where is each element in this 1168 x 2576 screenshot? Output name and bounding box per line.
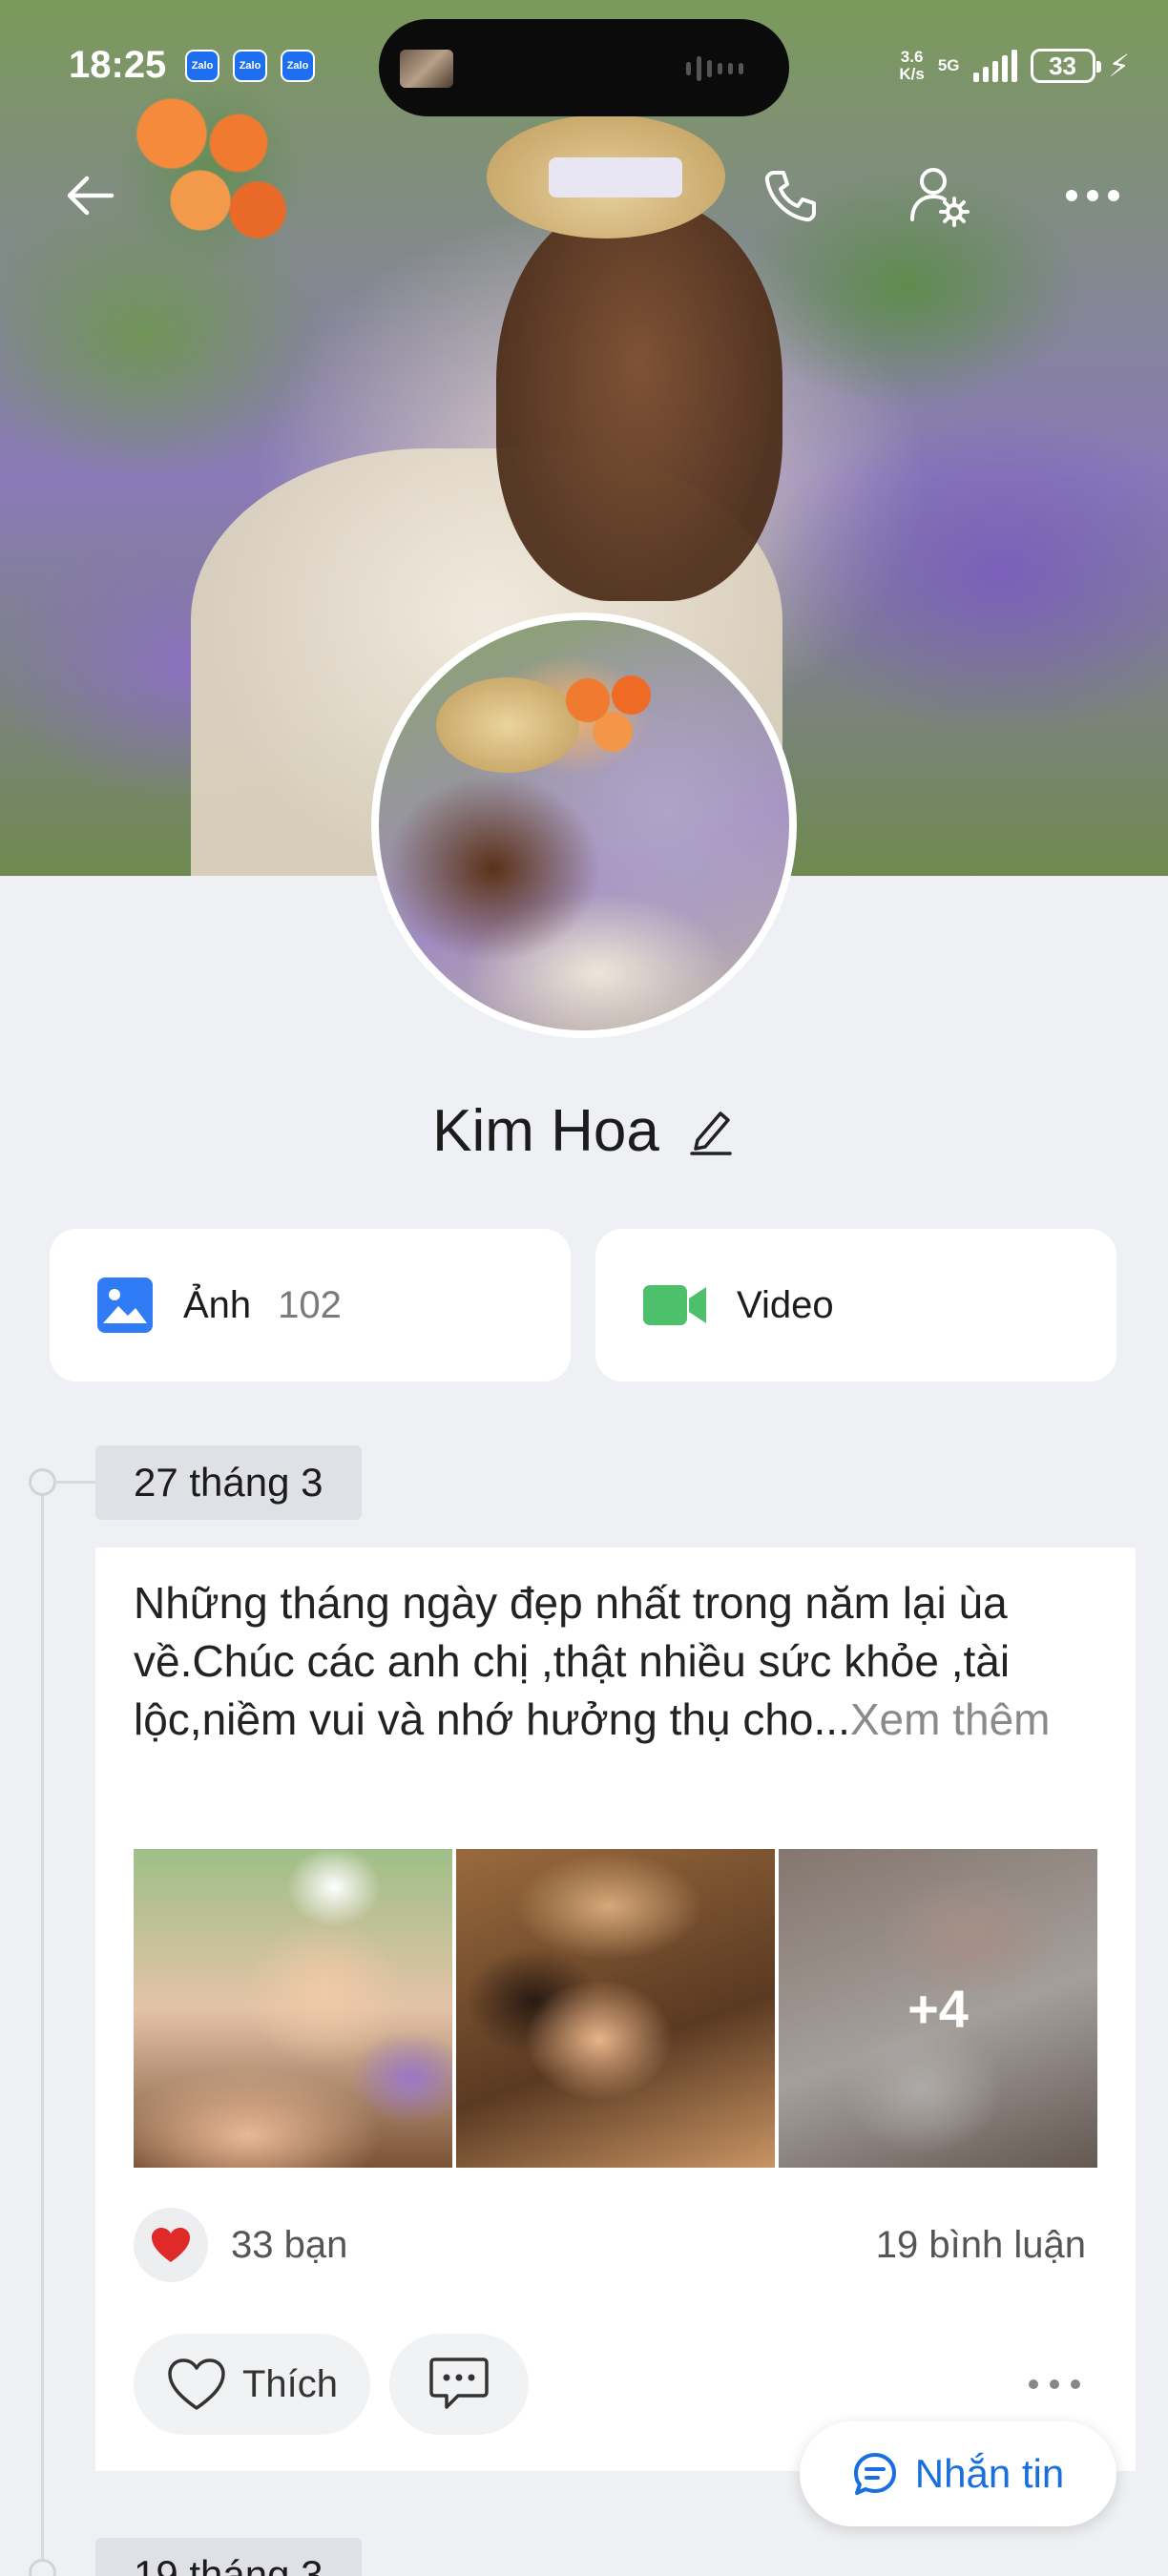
battery-level: 33	[1049, 51, 1076, 80]
post-text[interactable]: Những tháng ngày đẹp nhất trong năm lại …	[134, 1574, 1097, 1749]
more-options-button[interactable]	[1050, 153, 1136, 239]
phone-icon	[764, 171, 816, 222]
cover-hair	[496, 200, 782, 601]
comment-button[interactable]	[389, 2334, 530, 2435]
reactions-row: 33 bạn 19 bình luận	[134, 2204, 1097, 2286]
cover-hat-band	[549, 157, 682, 197]
avatar-flowers	[551, 658, 675, 763]
profile-name-row: Kim Hoa	[0, 1088, 1168, 1174]
see-more-link[interactable]: Xem thêm	[850, 1694, 1051, 1744]
zalo-notification-icon: Zalo	[281, 50, 315, 82]
avatar[interactable]	[371, 613, 797, 1038]
post-photo[interactable]	[456, 1849, 775, 2168]
post-photo[interactable]: +4	[779, 1849, 1097, 2168]
timeline-node	[29, 2559, 56, 2576]
video-camera-icon	[643, 1285, 706, 1325]
more-dots-icon	[1029, 2379, 1080, 2389]
post-card[interactable]: Những tháng ngày đẹp nhất trong năm lại …	[95, 1548, 1136, 2471]
photos-count: 102	[278, 1283, 342, 1326]
zalo-notification-icon: Zalo	[185, 50, 219, 82]
network-speed: 3.6 K/s	[899, 48, 925, 83]
timeline-line	[41, 1484, 44, 2576]
more-photos-count: +4	[779, 1849, 1097, 2168]
charging-icon: ⚡	[1108, 49, 1130, 83]
timeline-date: 27 tháng 3	[95, 1445, 362, 1520]
like-label: Thích	[242, 2362, 339, 2405]
video-label: Video	[737, 1283, 834, 1326]
comment-count[interactable]: 19 bình luận	[876, 2224, 1086, 2267]
zalo-notification-icon: Zalo	[233, 50, 267, 82]
heart-outline-icon	[168, 2358, 225, 2410]
status-bar: 18:25 Zalo Zalo Zalo 3.6 K/s 5G 33 ⚡	[0, 0, 1168, 134]
profile-name: Kim Hoa	[432, 1097, 659, 1164]
chat-bubble-icon	[853, 2453, 896, 2495]
dynamic-island	[379, 19, 789, 116]
message-label: Nhắn tin	[914, 2451, 1065, 2496]
audio-wave-icon	[686, 55, 753, 82]
post-more-button[interactable]	[1012, 2341, 1097, 2427]
call-button[interactable]	[748, 153, 834, 239]
post-photo[interactable]	[134, 1849, 452, 2168]
timeline-branch	[55, 1481, 95, 1484]
battery-icon: 33	[1030, 49, 1101, 83]
video-button[interactable]: Video	[595, 1229, 1116, 1381]
status-time: 18:25	[69, 44, 167, 86]
post-photo-grid: +4	[134, 1849, 1097, 2168]
like-button[interactable]: Thích	[134, 2334, 371, 2435]
profile-settings-button[interactable]	[897, 153, 983, 239]
pencil-icon	[690, 1111, 732, 1155]
image-icon	[97, 1278, 153, 1333]
arrow-left-icon	[67, 176, 115, 216]
reaction-count[interactable]: 33 bạn	[231, 2224, 347, 2267]
back-button[interactable]	[48, 153, 134, 239]
network-type: 5G	[937, 56, 960, 74]
status-indicators: 3.6 K/s 5G 33 ⚡	[899, 42, 1130, 90]
media-thumbnail	[400, 50, 453, 88]
post-actions: Thích	[134, 2334, 1097, 2435]
edit-name-button[interactable]	[686, 1106, 736, 1155]
user-settings-icon	[910, 168, 970, 227]
comment-icon	[429, 2358, 489, 2409]
photos-label: Ảnh	[183, 1283, 252, 1326]
timeline-date: 19 tháng 3	[95, 2538, 362, 2576]
photos-button[interactable]: Ảnh 102	[50, 1229, 571, 1381]
more-dots-icon	[1066, 190, 1119, 201]
heart-icon	[152, 2228, 190, 2262]
message-button[interactable]: Nhắn tin	[800, 2421, 1116, 2526]
signal-icon	[972, 50, 1017, 82]
timeline-node	[29, 1468, 56, 1496]
reaction-badge[interactable]	[134, 2208, 208, 2282]
